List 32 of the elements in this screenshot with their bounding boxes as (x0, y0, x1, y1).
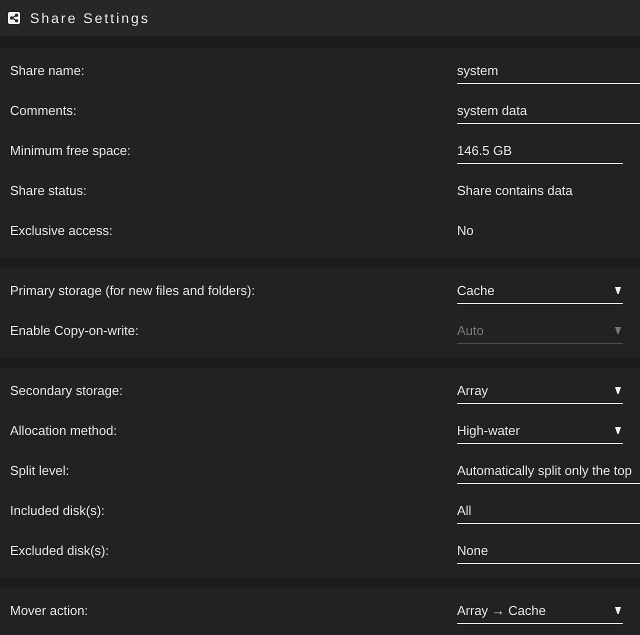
share-icon (8, 12, 20, 24)
field-label: Share name: (9, 62, 84, 78)
value-text: No (457, 222, 474, 238)
field-label: Included disk(s): (9, 502, 105, 518)
caret-icon (615, 326, 621, 334)
text-field[interactable]: system (457, 57, 640, 84)
value-text: Share contains data (457, 182, 573, 198)
field-label: Secondary storage: (9, 382, 123, 398)
text-field[interactable]: 146.5 GB (457, 137, 623, 164)
page-title: Share Settings (30, 10, 150, 26)
caret-icon (615, 606, 621, 614)
dropdown[interactable]: Array → Cache (457, 597, 623, 624)
field-label: Excluded disk(s): (9, 542, 109, 558)
text-field[interactable]: Automatically split only the top (457, 457, 640, 484)
field-label: Mover action: (9, 602, 88, 618)
text-field[interactable]: None (457, 537, 640, 564)
field-label: Comments: (9, 102, 76, 118)
caret-icon (615, 426, 621, 434)
field-label: Split level: (9, 462, 70, 478)
field-label: Primary storage (for new files and folders): (9, 282, 255, 298)
text-field[interactable]: system data (457, 97, 640, 124)
field-label: Enable Copy-on-write: (9, 322, 139, 338)
dropdown[interactable]: High-water (457, 417, 623, 444)
caret-icon (615, 386, 621, 394)
dropdown[interactable]: Cache (457, 277, 623, 304)
field-label: Share status: (9, 182, 87, 198)
field-label: Minimum free space: (9, 142, 131, 158)
field-label: Allocation method: (9, 422, 117, 438)
caret-icon (615, 286, 621, 294)
text-field[interactable]: All (457, 497, 640, 524)
field-label: Exclusive access: (9, 222, 113, 238)
dropdown[interactable]: Array (457, 377, 623, 404)
